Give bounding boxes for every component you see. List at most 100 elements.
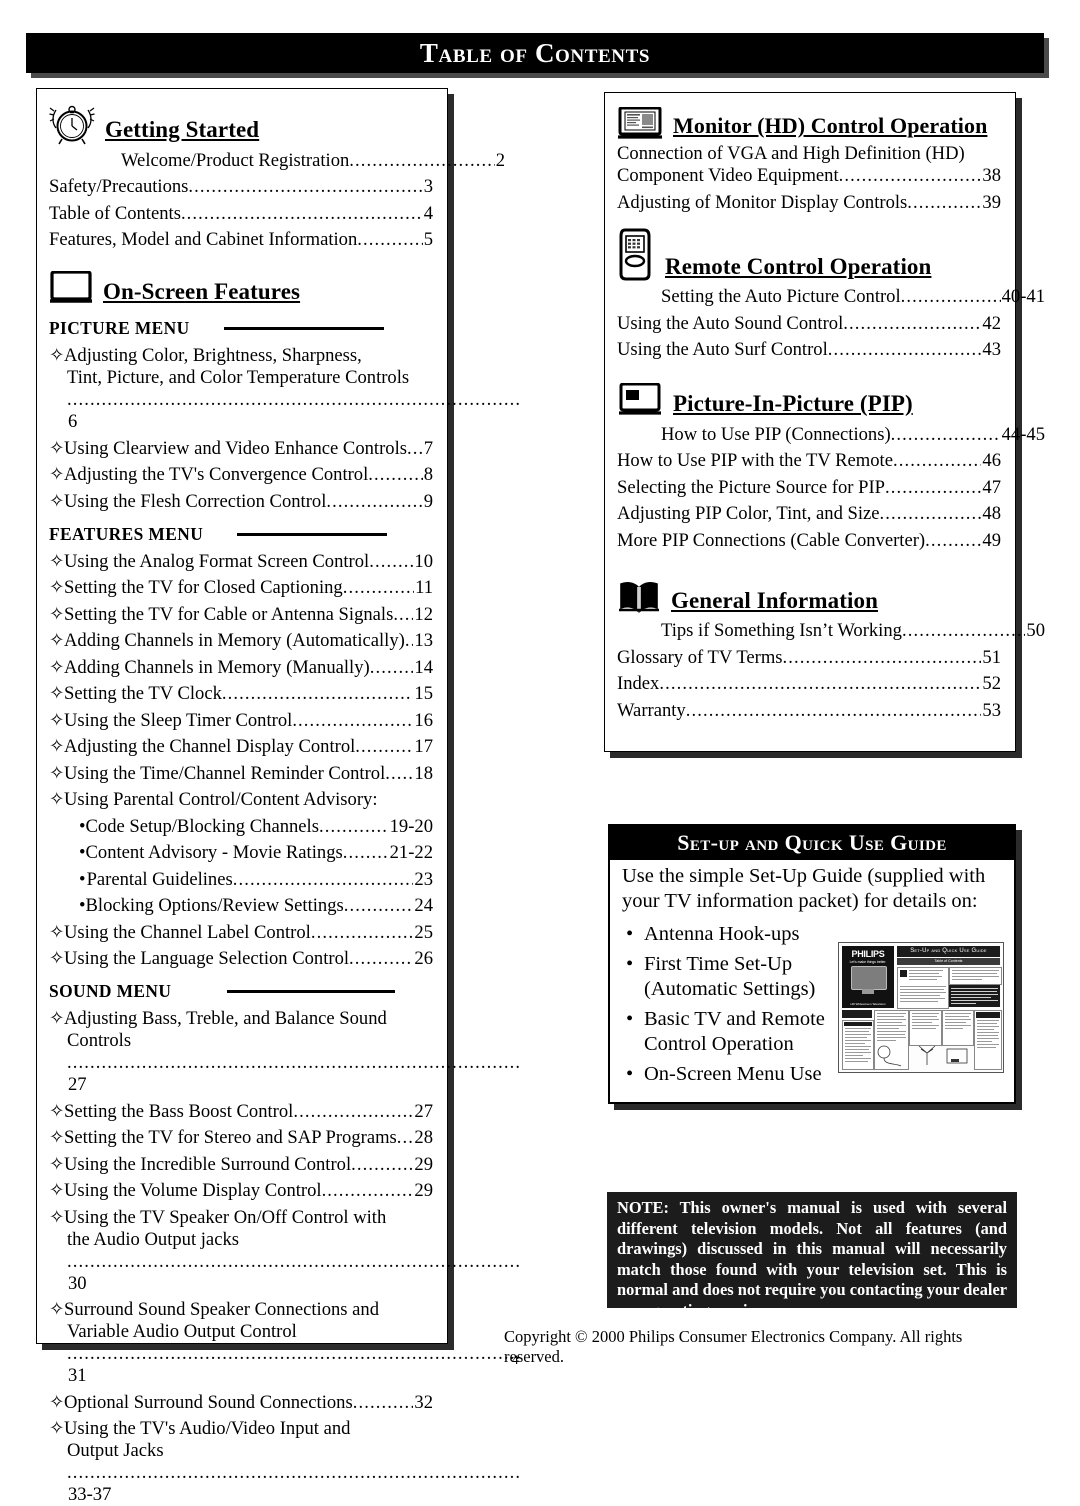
toc-entry[interactable]: How to Use PIP (Connections) ...........… [617, 423, 1045, 446]
diamond-bullet-icon: ✧ [49, 1100, 65, 1122]
toc-entry[interactable]: Using the Auto Surf Control ............… [617, 339, 1001, 361]
leader-dots: ........................................… [321, 1180, 414, 1201]
toc-entry[interactable]: ✧ Setting the TV for Cable or Antenna Si… [49, 604, 433, 626]
toc-entry[interactable]: Features, Model and Cabinet Information … [49, 229, 433, 251]
toc-entry[interactable]: ✧ Adding Channels in Memory (Automatical… [49, 630, 433, 652]
diamond-bullet-icon: ✧ [49, 1153, 65, 1175]
dot-bullet-icon: • [79, 868, 86, 890]
toc-entry-page: 53 [982, 699, 1001, 721]
thumbnail-antenna-diagram-icon [918, 1045, 968, 1065]
toc-entry[interactable]: Table of Contents ......................… [49, 203, 433, 225]
toc-entry[interactable]: ✧Using the TV's Audio/Video Input and Ou… [49, 1418, 520, 1506]
toc-entry[interactable]: Setting the Auto Picture Control .......… [617, 286, 1045, 308]
leader-dots: ........................................… [838, 165, 982, 186]
toc-entry-label: Using the Auto Sound Control [617, 312, 844, 334]
leader-dots: ........................................… [685, 699, 982, 721]
thumbnail-column [842, 1020, 874, 1070]
diamond-bullet-icon: ✧ [49, 1180, 65, 1201]
leader-dots: ........................................… [318, 815, 389, 837]
toc-entry-page: 33-37 [68, 1484, 112, 1505]
toc-entry-page: 47 [982, 476, 1001, 498]
toc-entry-label: Using the Flesh Correction Control [64, 490, 327, 512]
toc-entry-label: Connection of VGA and High Definition (H… [617, 143, 965, 164]
toc-entry[interactable]: ✧ Using the Volume Display Control .....… [49, 1180, 433, 1202]
toc-entry[interactable]: ✧ Optional Surround Sound Connections ..… [49, 1392, 433, 1414]
toc-entry[interactable]: ✧Using the TV Speaker On/Off Control wit… [49, 1207, 520, 1295]
page-number: 4 [512, 1352, 519, 1367]
setup-guide-bullet: • On-Screen Menu Use [622, 1062, 847, 1088]
leader-dots: ........................................… [349, 948, 413, 969]
toc-entry-page: 7 [423, 437, 433, 459]
toc-entry-label: Adding Channels in Memory (Manually) [64, 656, 370, 678]
toc-entry-page: 52 [982, 673, 1001, 694]
toc-subentry[interactable]: • Blocking Options/Review Settings .....… [49, 895, 433, 917]
leader-dots: ........................................… [369, 656, 414, 678]
toc-entry[interactable]: ✧ Adjusting the Channel Display Control … [49, 736, 433, 758]
section-pip: Picture-In-Picture (PIP) [617, 379, 1001, 419]
dot-bullet-icon: • [626, 923, 634, 945]
menu-rule [223, 327, 384, 330]
toc-entry[interactable]: ✧ Using the Channel Label Control ......… [49, 922, 433, 944]
toc-entry[interactable]: Adjusting PIP Color, Tint, and Size ....… [617, 503, 1001, 525]
toc-entry[interactable]: ✧ Using the Incredible Surround Control … [49, 1154, 433, 1176]
toc-entry-label: How to Use PIP (Connections) [661, 423, 891, 445]
toc-entry[interactable]: How to Use PIP with the TV Remote ......… [617, 450, 1001, 472]
toc-subentry[interactable]: • Content Advisory - Movie Ratings .....… [49, 842, 433, 864]
toc-entry[interactable]: ✧Adjusting Bass, Treble, and Balance Sou… [49, 1008, 520, 1096]
toc-entry[interactable]: Selecting the Picture Source for PIP ...… [617, 477, 1001, 499]
toc-entry-label-cont: Output Jacks [67, 1440, 164, 1461]
toc-entry[interactable]: ✧ Setting the TV for Closed Captioning .… [49, 577, 433, 599]
toc-entry[interactable]: Safety/Precautions .....................… [49, 176, 433, 198]
toc-entry[interactable]: ✧ Setting the TV Clock .................… [49, 683, 433, 705]
diamond-bullet-icon: ✧ [49, 762, 65, 784]
diamond-bullet-icon: ✧ [49, 1008, 65, 1029]
leader-dots: ........................................… [180, 202, 423, 224]
toc-entry[interactable]: ✧ Using the Flesh Correction Control ...… [49, 491, 433, 513]
toc-entry[interactable]: ✧Using Parental Control/Content Advisory… [49, 789, 433, 811]
toc-entry[interactable]: More PIP Connections (Cable Converter) .… [617, 530, 1001, 552]
toc-entry-label: Surround Sound Speaker Connections and [64, 1299, 380, 1320]
setup-bullet-subtext: (Automatic Settings) [644, 978, 816, 1000]
toc-entry[interactable]: ✧ Adding Channels in Memory (Manually) .… [49, 657, 433, 679]
toc-entry[interactable]: ✧ Setting the TV for Stereo and SAP Prog… [49, 1127, 433, 1149]
toc-entry[interactable]: Using the Auto Sound Control ...........… [617, 313, 1001, 335]
toc-entry[interactable]: ✧ Using the Language Selection Control .… [49, 948, 433, 970]
setup-guide-header: Set-up and Quick Use Guide [610, 826, 1014, 860]
toc-entry[interactable]: ✧ Using the Analog Format Screen Control… [49, 551, 433, 573]
toc-entry-page: 25 [414, 921, 433, 943]
toc-entry-page: 16 [414, 709, 433, 731]
toc-entry[interactable]: ✧ Using Clearview and Video Enhance Cont… [49, 438, 433, 460]
dot-bullet-icon: • [626, 1062, 634, 1085]
thumbnail-tv-screen-icon [851, 966, 887, 990]
toc-subentry[interactable]: • Parental Guidelines ..................… [49, 869, 433, 891]
toc-entry[interactable]: ✧ Using the Time/Channel Reminder Contro… [49, 763, 433, 785]
toc-entry[interactable]: ✧ Using the Sleep Timer Control ........… [49, 710, 433, 732]
toc-entry-label: Warranty [617, 699, 686, 721]
toc-entry-label: Setting the TV for Stereo and SAP Progra… [64, 1127, 397, 1148]
thumbnail-brand: PHILIPS [851, 949, 885, 959]
toc-entry-page: 50 [1026, 620, 1045, 641]
toc-entry[interactable]: ✧Adjusting Color, Brightness, Sharpness,… [49, 345, 520, 433]
toc-entry[interactable]: Warranty ...............................… [617, 700, 1001, 722]
toc-entry-page: 51 [982, 646, 1001, 668]
toc-entry[interactable]: Tips if Something Isn’t Working ........… [617, 620, 1045, 642]
toc-entry[interactable]: ✧ Adjusting the TV's Convergence Control… [49, 464, 433, 486]
toc-entry[interactable]: Glossary of TV Terms ...................… [617, 647, 1001, 669]
menu-label-sound: SOUND MENU [49, 981, 433, 1002]
toc-entry-page: 30 [68, 1272, 87, 1294]
picture-menu-entries: ✧Adjusting Color, Brightness, Sharpness,… [49, 345, 520, 513]
leader-dots: ........................................… [342, 577, 414, 598]
toc-entry[interactable]: ✧Surround Sound Speaker Connections and … [49, 1299, 520, 1387]
toc-entry[interactable]: ✧ Setting the Bass Boost Control .......… [49, 1101, 433, 1123]
toc-entry-page: 5 [423, 229, 433, 250]
toc-subentry[interactable]: • Code Setup/Blocking Channels .........… [49, 816, 433, 838]
toc-entry-label: Using the Sleep Timer Control [64, 709, 293, 731]
toc-entry[interactable]: Index ..................................… [617, 673, 1001, 695]
toc-entry[interactable]: Adjusting of Monitor Display Controls ..… [617, 192, 1001, 214]
alarm-clock-icon [49, 103, 95, 145]
toc-entry-label: Using the Auto Surf Control [617, 339, 828, 360]
toc-entry[interactable]: Connection of VGA and High Definition (H… [617, 143, 1001, 187]
features-menu-entries: ✧ Using the Analog Format Screen Control… [49, 551, 433, 971]
toc-entry[interactable]: Welcome/Product Registration ...........… [49, 150, 505, 172]
leader-dots: ........................................… [907, 191, 981, 213]
